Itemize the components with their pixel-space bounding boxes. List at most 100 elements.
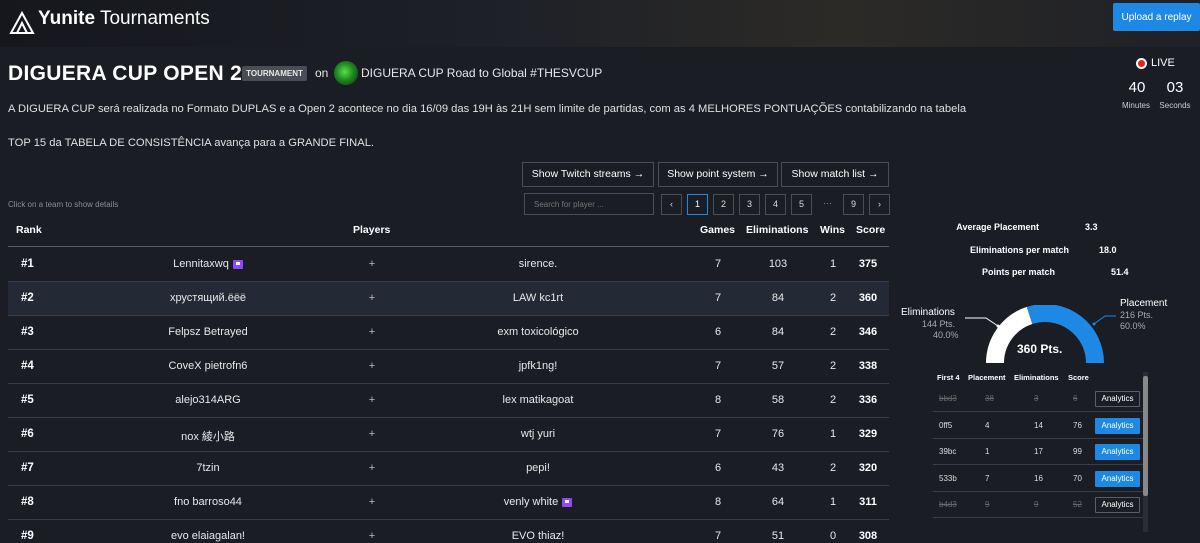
table-row[interactable]: #8 fno barroso44 + venly white 8 64 1 311: [8, 486, 889, 520]
pagination-prev-button[interactable]: ‹: [661, 194, 682, 215]
row-player-1[interactable]: alejo314ARG: [98, 394, 318, 406]
row-player-2[interactable]: exm toxicológico: [428, 326, 648, 338]
gauge-placement-points: 216 Pts.: [1120, 310, 1154, 320]
pagination-page-3[interactable]: 3: [739, 194, 760, 215]
top-bar: Yunite Tournaments Upload a replay: [0, 0, 1200, 47]
pagination-page-2[interactable]: 2: [713, 194, 734, 215]
row-player-2[interactable]: EVO thiaz!: [428, 530, 648, 542]
row-eliminations: 103: [768, 258, 788, 270]
player-2-name[interactable]: jpfk1ng!: [519, 360, 558, 372]
analytics-button[interactable]: Analytics: [1095, 497, 1140, 513]
player-2-name[interactable]: exm toxicológico: [497, 326, 578, 338]
pagination-page-1[interactable]: 1: [687, 194, 708, 215]
row-player-1[interactable]: CoveX pietrofn6: [98, 360, 318, 372]
row-player-2[interactable]: lex matikagoat: [428, 394, 648, 406]
player-1-name[interactable]: nox 綾小路: [181, 431, 235, 443]
analytics-button[interactable]: Analytics: [1095, 391, 1140, 407]
organizer-link[interactable]: DIGUERA CUP Road to Global #THESVCUP: [361, 66, 602, 80]
detail-score: 99: [1073, 447, 1082, 456]
row-score: 375: [858, 258, 878, 270]
table-row[interactable]: #5 alejo314ARG + lex matikagoat 8 58 2 336: [8, 384, 889, 418]
detail-eliminations: 14: [1034, 420, 1043, 430]
row-player-2[interactable]: pepi!: [428, 462, 648, 474]
row-player-1[interactable]: хрустящий.ëëë: [98, 292, 318, 304]
row-wins: 2: [829, 360, 837, 372]
table-row[interactable]: #6 nox 綾小路 + wtj yuri 7 76 1 329: [8, 418, 889, 452]
yunite-logo-icon[interactable]: [9, 10, 35, 36]
pagination-page-4[interactable]: 4: [765, 194, 786, 215]
row-player-2[interactable]: venly white: [428, 496, 648, 508]
twitch-icon[interactable]: [232, 259, 243, 269]
table-row[interactable]: #3 Felpsz Betrayed + exm toxicológico 6 84 2 34…: [8, 316, 889, 350]
row-score: 311: [859, 496, 877, 508]
table-row[interactable]: #9 evo elaiagalan! + EVO thiaz! 7 51 0 308: [8, 520, 889, 543]
detail-scrollbar[interactable]: [1143, 372, 1148, 532]
row-player-2[interactable]: LAW kc1rt: [428, 292, 648, 304]
team-details-hint: Click on a team to show details: [8, 200, 119, 209]
row-player-2[interactable]: jpfk1ng!: [428, 360, 648, 372]
analytics-button[interactable]: Analytics: [1095, 417, 1140, 434]
row-player-1[interactable]: Felpsz Betrayed: [98, 326, 318, 338]
player-1-name[interactable]: хрустящий.ëëë: [170, 292, 246, 304]
table-row[interactable]: #4 CoveX pietrofn6 + jpfk1ng! 7 57 2 338: [8, 350, 889, 384]
detail-scrollbar-thumb[interactable]: [1143, 376, 1148, 496]
analytics-button[interactable]: Analytics: [1095, 444, 1140, 460]
pagination-page-5[interactable]: 5: [791, 194, 812, 215]
detail-match-id: 39bc: [939, 447, 957, 456]
detail-row: 39bc 1 17 99 Analytics: [933, 439, 1143, 465]
page-title: DIGUERA CUP OPEN 2: [8, 62, 243, 85]
player-2-name[interactable]: LAW kc1rt: [513, 292, 563, 304]
show-twitch-streams-button[interactable]: Show Twitch streams →: [522, 162, 654, 187]
organizer-logo-icon[interactable]: [334, 61, 358, 85]
show-point-system-button[interactable]: Show point system →: [658, 162, 778, 187]
player-search-input[interactable]: [524, 193, 654, 215]
upload-replay-button[interactable]: Upload a replay: [1113, 3, 1200, 31]
player-1-name[interactable]: Felpsz Betrayed: [168, 326, 247, 338]
player-2-name[interactable]: sirence.: [519, 258, 558, 270]
timer-seconds: 03: [1166, 79, 1184, 96]
row-score: 346: [858, 326, 878, 338]
brand-name[interactable]: Yunite Tournaments: [38, 8, 210, 30]
player-2-name[interactable]: lex matikagoat: [503, 394, 574, 406]
player-1-name[interactable]: 7tzin: [196, 462, 219, 474]
player-1-name[interactable]: alejo314ARG: [175, 394, 240, 406]
row-player-2[interactable]: sirence.: [428, 258, 648, 270]
row-wins: 2: [829, 394, 837, 406]
row-rank: #6: [21, 428, 34, 440]
table-row[interactable]: #7 7tzin + pepi! 6 43 2 320: [8, 452, 889, 486]
player-2-name[interactable]: pepi!: [526, 462, 550, 474]
header-rank: Rank: [16, 224, 42, 236]
live-label: LIVE: [1151, 57, 1175, 69]
row-score: 336: [858, 394, 878, 406]
timer-seconds-label: Seconds: [1159, 101, 1191, 110]
row-plus: +: [368, 496, 376, 508]
row-games: 7: [714, 530, 722, 542]
row-wins: 1: [829, 496, 837, 508]
table-row[interactable]: #2 хрустящий.ëëë + LAW kc1rt 7 84 2 360: [8, 282, 889, 316]
pagination-next-button[interactable]: ›: [869, 194, 890, 215]
row-player-1[interactable]: nox 綾小路: [98, 428, 318, 444]
player-1-name[interactable]: fno barroso44: [174, 496, 242, 508]
row-player-1[interactable]: evo elaiagalan!: [98, 530, 318, 542]
player-1-name[interactable]: evo elaiagalan!: [171, 530, 245, 542]
detail-placement: 38: [985, 394, 994, 403]
show-match-list-button[interactable]: Show match list →: [781, 162, 889, 187]
detail-eliminations: 3: [1034, 394, 1039, 403]
row-player-1[interactable]: fno barroso44: [98, 496, 318, 508]
player-2-name[interactable]: wtj yuri: [521, 428, 555, 440]
row-player-1[interactable]: 7tzin: [98, 462, 318, 474]
row-score: 308: [858, 530, 878, 542]
pagination-page-last[interactable]: 9: [843, 194, 864, 215]
table-row[interactable]: #1 Lennitaxwq + sirence. 7 103 1 375: [8, 248, 889, 282]
player-1-name[interactable]: Lennitaxwq: [173, 258, 229, 270]
analytics-button[interactable]: Analytics: [1095, 470, 1140, 487]
player-2-name[interactable]: venly white: [504, 496, 558, 508]
timer-minutes-label: Minutes: [1121, 101, 1150, 110]
gauge-placement-percent: 60.0%: [1120, 321, 1146, 331]
player-1-name[interactable]: CoveX pietrofn6: [169, 360, 248, 372]
row-player-2[interactable]: wtj yuri: [428, 428, 648, 440]
row-player-1[interactable]: Lennitaxwq: [98, 258, 318, 270]
twitch-icon[interactable]: [562, 497, 573, 507]
header-eliminations: Eliminations: [746, 224, 809, 236]
player-2-name[interactable]: EVO thiaz!: [512, 530, 565, 542]
